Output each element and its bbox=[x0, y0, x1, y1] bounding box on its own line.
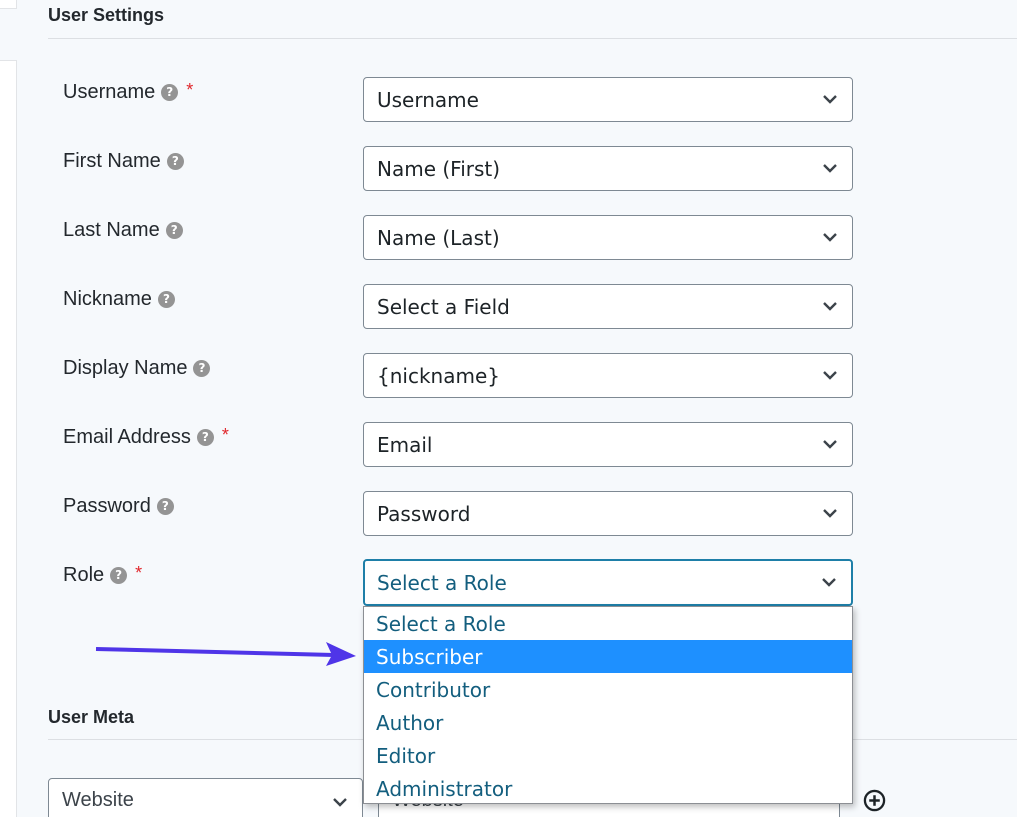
label-text: Username bbox=[63, 80, 156, 103]
role-option-contributor[interactable]: Contributor bbox=[364, 673, 852, 706]
help-icon[interactable]: ? bbox=[165, 221, 183, 239]
email-address-label: Email Address ? * bbox=[63, 423, 229, 451]
select-value: Username bbox=[377, 87, 479, 112]
password-select[interactable]: Password bbox=[363, 491, 853, 536]
required-asterisk: * bbox=[186, 79, 194, 100]
email-address-select[interactable]: Email bbox=[363, 422, 853, 467]
role-option-subscriber[interactable]: Subscriber bbox=[364, 640, 852, 673]
display-name-select[interactable]: {nickname} bbox=[363, 353, 853, 398]
select-value: Name (Last) bbox=[377, 225, 500, 250]
role-dropdown-list: Select a Role Subscriber Contributor Aut… bbox=[363, 606, 853, 804]
select-value: Password bbox=[377, 501, 471, 526]
help-icon[interactable]: ? bbox=[157, 290, 175, 308]
select-value: {nickname} bbox=[377, 363, 500, 388]
username-select[interactable]: Username bbox=[363, 77, 853, 122]
role-option-editor[interactable]: Editor bbox=[364, 739, 852, 772]
last-name-select[interactable]: Name (Last) bbox=[363, 215, 853, 260]
role-label: Role ? * bbox=[63, 561, 142, 589]
annotation-arrow-icon bbox=[95, 642, 356, 666]
label-text: First Name bbox=[63, 149, 161, 172]
meta-key-select[interactable]: Website bbox=[48, 778, 363, 817]
required-asterisk: * bbox=[135, 562, 143, 583]
chevron-down-icon bbox=[823, 370, 837, 380]
help-icon[interactable]: ? bbox=[196, 428, 214, 446]
role-option-select-a-role[interactable]: Select a Role bbox=[364, 607, 852, 640]
label-text: Password bbox=[63, 494, 151, 517]
help-icon[interactable]: ? bbox=[110, 566, 128, 584]
chevron-down-icon bbox=[823, 232, 837, 242]
first-name-label: First Name ? bbox=[63, 147, 184, 175]
nickname-label: Nickname ? bbox=[63, 285, 175, 313]
user-settings-title: User Settings bbox=[48, 5, 165, 25]
select-value: Website bbox=[62, 789, 134, 811]
role-option-author[interactable]: Author bbox=[364, 706, 852, 739]
username-label: Username ? * bbox=[63, 78, 193, 106]
required-asterisk: * bbox=[221, 424, 229, 445]
chevron-down-icon bbox=[822, 577, 836, 587]
section-divider bbox=[48, 38, 1017, 39]
chevron-down-icon bbox=[823, 508, 837, 518]
last-name-label: Last Name ? bbox=[63, 216, 183, 244]
label-text: Nickname bbox=[63, 287, 152, 310]
help-icon[interactable]: ? bbox=[166, 152, 184, 170]
select-value: Email bbox=[377, 432, 433, 457]
role-option-administrator[interactable]: Administrator bbox=[364, 772, 852, 805]
first-name-select[interactable]: Name (First) bbox=[363, 146, 853, 191]
help-icon[interactable]: ? bbox=[161, 83, 179, 101]
select-value: Select a Field bbox=[377, 294, 510, 319]
password-label: Password ? bbox=[63, 492, 174, 520]
select-value: Name (First) bbox=[377, 156, 501, 181]
label-text: Last Name bbox=[63, 218, 160, 241]
chevron-down-icon bbox=[823, 163, 837, 173]
nickname-select[interactable]: Select a Field bbox=[363, 284, 853, 329]
label-text: Role bbox=[63, 563, 105, 586]
admin-sidebar bbox=[0, 0, 17, 817]
user-meta-title: User Meta bbox=[48, 707, 135, 727]
sidebar-menu-item[interactable] bbox=[0, 8, 17, 61]
add-meta-plus-icon[interactable] bbox=[863, 789, 886, 812]
label-text: Email Address bbox=[63, 425, 191, 448]
help-icon[interactable]: ? bbox=[156, 497, 174, 515]
chevron-down-icon bbox=[823, 301, 837, 311]
role-select[interactable]: Select a Role bbox=[363, 559, 853, 606]
chevron-down-icon bbox=[823, 94, 837, 104]
display-name-label: Display Name ? bbox=[63, 354, 211, 382]
label-text: Display Name bbox=[63, 356, 188, 379]
chevron-down-icon bbox=[333, 797, 347, 807]
help-icon[interactable]: ? bbox=[193, 359, 211, 377]
chevron-down-icon bbox=[823, 439, 837, 449]
select-value: Select a Role bbox=[377, 570, 507, 595]
